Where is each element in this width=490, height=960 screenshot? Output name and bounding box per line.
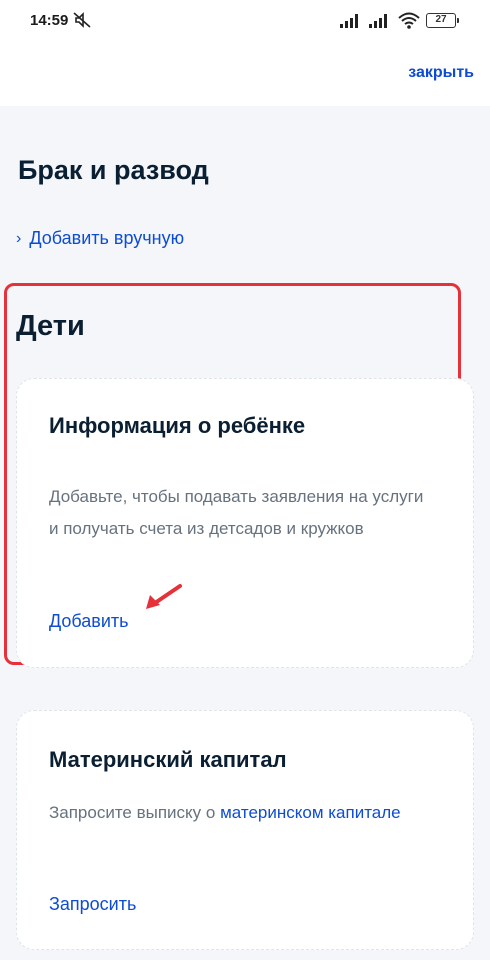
add-manually-label: Добавить вручную bbox=[29, 228, 185, 248]
marriage-section-title: Брак и развод bbox=[18, 155, 209, 185]
capital-description: Запросите выписку о материнском капитале bbox=[49, 797, 429, 829]
top-bar: закрыть bbox=[0, 40, 490, 106]
battery-icon: 27 bbox=[426, 13, 459, 28]
wifi-icon bbox=[398, 12, 420, 34]
add-child-button[interactable]: Добавить bbox=[49, 611, 129, 632]
capital-description-text: Запросите выписку о bbox=[49, 803, 221, 822]
child-info-description: Добавьте, чтобы подавать заявления на ус… bbox=[49, 487, 424, 538]
child-info-title: Информация о ребёнке bbox=[49, 413, 306, 438]
capital-link[interactable]: материнском капитале bbox=[220, 803, 401, 822]
mute-icon bbox=[72, 11, 94, 34]
close-button[interactable]: закрыть bbox=[408, 64, 474, 82]
child-info-card: Информация о ребёнке Добавьте, чтобы под… bbox=[16, 378, 474, 668]
chevron-right-icon: › bbox=[16, 229, 22, 247]
capital-title: Материнский капитал bbox=[49, 747, 287, 772]
add-manually-link[interactable]: › Добавить вручную bbox=[16, 228, 184, 249]
arrow-pointer-icon bbox=[140, 583, 184, 616]
signal-icon bbox=[340, 14, 364, 33]
request-button[interactable]: Запросить bbox=[49, 894, 136, 915]
capital-card: Материнский капитал Запросите выписку о … bbox=[16, 710, 474, 950]
status-time: 14:59 bbox=[30, 12, 69, 29]
children-section-title: Дети bbox=[16, 310, 85, 342]
signal-icon bbox=[369, 14, 393, 33]
status-bar: 14:59 27 bbox=[0, 0, 490, 40]
